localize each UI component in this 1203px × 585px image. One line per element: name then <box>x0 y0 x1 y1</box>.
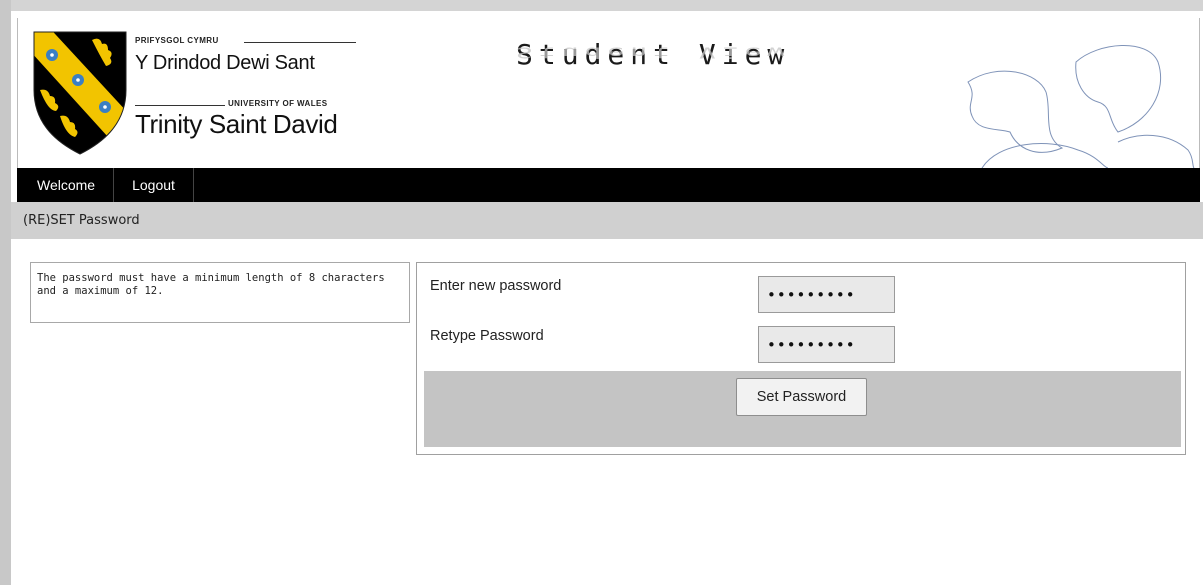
brand-welsh-name: Y Drindod Dewi Sant <box>135 52 315 74</box>
page-title-reflection: Student View <box>516 43 791 62</box>
password-rules-box: The password must have a minimum length … <box>30 262 410 323</box>
page-header: PRIFYSGOL CYMRU Y Drindod Dewi Sant UNIV… <box>17 18 1200 168</box>
brand-english-small: UNIVERSITY OF WALES <box>228 99 328 108</box>
main-navbar: Welcome Logout <box>17 168 1200 202</box>
password-rules-text: The password must have a minimum length … <box>37 272 385 297</box>
section-title: (RE)SET Password <box>23 213 140 228</box>
university-crest-icon <box>33 31 127 155</box>
retype-password-input[interactable] <box>758 326 895 363</box>
brand-rule <box>244 42 356 43</box>
set-password-button[interactable]: Set Password <box>736 378 867 416</box>
brand-rule <box>135 105 225 106</box>
new-password-input[interactable] <box>758 276 895 313</box>
form-actions-bar: Set Password <box>424 371 1181 447</box>
leaf-decoration-icon <box>967 45 1195 168</box>
nav-logout-link[interactable]: Logout <box>114 168 194 202</box>
password-form: Enter new password Retype Password Set P… <box>416 262 1186 455</box>
window-frame-top <box>0 0 1203 11</box>
new-password-label: Enter new password <box>430 278 562 294</box>
section-title-bar: (RE)SET Password <box>11 202 1203 239</box>
retype-password-label: Retype Password <box>430 328 544 344</box>
nav-welcome-link[interactable]: Welcome <box>17 168 115 202</box>
brand-english-name: Trinity Saint David <box>135 109 338 139</box>
brand-welsh-small: PRIFYSGOL CYMRU <box>135 36 219 45</box>
window-frame-left <box>0 0 11 585</box>
